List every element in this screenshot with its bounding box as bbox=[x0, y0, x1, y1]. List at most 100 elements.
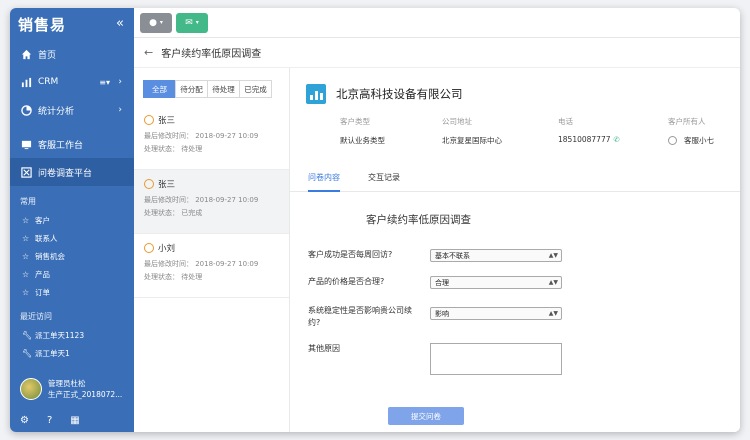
owner-name[interactable]: 客服小七 bbox=[684, 135, 714, 146]
tab-survey-content[interactable]: 问卷内容 bbox=[308, 172, 340, 183]
nav-service-desk-label: 客服工作台 bbox=[38, 140, 84, 151]
phone-number[interactable]: 18510087777 bbox=[558, 135, 611, 144]
filter-completed[interactable]: 已完成 bbox=[239, 80, 272, 98]
star-icon: ☆ bbox=[22, 287, 30, 297]
answer-select[interactable]: 基本不联系 ▲▼ bbox=[430, 249, 562, 262]
answer-select[interactable]: 合理 ▲▼ bbox=[430, 276, 562, 289]
star-icon: ☆ bbox=[22, 251, 30, 261]
sidebar: 销售易 « 首页 CRM ≡▾ › 统计分析 › 客服工作台 问卷调查平台 常用… bbox=[10, 8, 134, 432]
nav-crm-label: CRM bbox=[38, 77, 59, 87]
filter-all[interactable]: 全部 bbox=[143, 80, 176, 98]
info-value: 默认业务类型 bbox=[340, 136, 385, 145]
respondent-name: 张三 bbox=[158, 116, 176, 126]
star-icon: ☆ bbox=[22, 269, 30, 279]
recent-item[interactable]: 🔧︎ 派工单天1 bbox=[10, 344, 134, 362]
wrench-icon: 🔧︎ bbox=[22, 330, 33, 340]
nav-statistics[interactable]: 统计分析 › bbox=[10, 96, 134, 124]
respondent-name: 张三 bbox=[158, 180, 176, 190]
owner-avatar-icon bbox=[668, 136, 677, 145]
active-tab-indicator bbox=[308, 190, 340, 192]
page-title: 客户续约率低原因调查 bbox=[161, 49, 262, 60]
detail-tabs: 问卷内容 交互记录 bbox=[290, 164, 740, 192]
building-icon bbox=[306, 84, 326, 104]
user-name: 管理员杜松 bbox=[48, 379, 86, 388]
other-reason-textarea[interactable] bbox=[430, 343, 562, 375]
modified-time: 最后修改时间： 2018-09-27 10:09 bbox=[144, 132, 259, 140]
common-item-label: 客户 bbox=[35, 215, 50, 225]
question-label: 系统稳定性是否影响贵公司续约? bbox=[308, 306, 412, 327]
recent-item-label: 派工单天1 bbox=[35, 348, 70, 358]
nav-survey-platform[interactable]: 问卷调查平台 bbox=[10, 158, 134, 186]
info-customer-type: 客户类型 默认业务类型 bbox=[340, 116, 385, 146]
common-item-products[interactable]: ☆ 产品 bbox=[10, 265, 134, 283]
question-label: 产品的价格是否合理? bbox=[308, 277, 385, 286]
survey-icon bbox=[20, 166, 32, 178]
common-item-orders[interactable]: ☆ 订单 bbox=[10, 283, 134, 301]
mail-button[interactable]: ✉ ▾ bbox=[176, 12, 208, 33]
select-caret-icon: ▲▼ bbox=[548, 310, 558, 317]
submit-survey-button[interactable]: 提交问卷 bbox=[388, 407, 464, 425]
avatar bbox=[20, 378, 42, 400]
company-name: 北京高科技设备有限公司 bbox=[336, 87, 463, 101]
nav-service-desk[interactable]: 客服工作台 bbox=[10, 130, 134, 158]
chevron-right-icon: › bbox=[118, 105, 122, 115]
chat-button[interactable]: ● ▾ bbox=[140, 12, 172, 33]
list-item[interactable]: 张三 最后修改时间： 2018-09-27 10:09 处理状态： 待处理 bbox=[134, 106, 289, 170]
nav-survey-platform-label: 问卷调查平台 bbox=[38, 168, 93, 179]
question-label: 其他原因 bbox=[308, 344, 340, 353]
info-key: 电话 bbox=[558, 117, 573, 126]
nav-home[interactable]: 首页 bbox=[10, 40, 134, 68]
phone-icon[interactable]: ✆ bbox=[614, 135, 620, 144]
page-header: ← 客户续约率低原因调查 bbox=[134, 38, 740, 68]
chevron-right-icon: › bbox=[118, 77, 122, 87]
user-icon bbox=[144, 115, 154, 125]
gear-icon[interactable]: ⚙ bbox=[20, 415, 29, 426]
star-icon: ☆ bbox=[22, 233, 30, 243]
help-icon[interactable]: ? bbox=[47, 415, 52, 426]
chat-bubble-icon: ● bbox=[149, 17, 157, 28]
tab-interaction-log[interactable]: 交互记录 bbox=[368, 172, 400, 183]
list-item[interactable]: 小刘 最后修改时间： 2018-09-27 10:09 处理状态： 待处理 bbox=[134, 234, 289, 298]
response-list-panel: 全部 待分配 待处理 已完成 张三 最后修改时间： 2018-09-27 10:… bbox=[134, 68, 290, 432]
user-org: 生产正式_2018072... bbox=[48, 390, 123, 399]
common-item-opportunities[interactable]: ☆ 销售机会 bbox=[10, 247, 134, 265]
filter-unassigned[interactable]: 待分配 bbox=[175, 80, 208, 98]
star-icon: ☆ bbox=[22, 215, 30, 225]
chevron-down-icon: ▾ bbox=[195, 19, 199, 26]
list-item[interactable]: 张三 最后修改时间： 2018-09-27 10:09 处理状态： 已完成 bbox=[134, 170, 289, 234]
collapse-sidebar-icon[interactable]: « bbox=[116, 16, 124, 31]
status-filter-group: 全部 待分配 待处理 已完成 bbox=[143, 80, 289, 98]
respondent-name: 小刘 bbox=[158, 244, 176, 254]
nav-crm[interactable]: CRM ≡▾ › bbox=[10, 68, 134, 96]
process-status: 处理状态： 待处理 bbox=[144, 145, 203, 153]
recent-item[interactable]: 🔧︎ 派工单天1123 bbox=[10, 326, 134, 344]
nav-home-label: 首页 bbox=[38, 50, 57, 61]
mail-icon: ✉ bbox=[185, 17, 193, 28]
info-key: 客户类型 bbox=[340, 117, 370, 126]
grid-icon[interactable]: ▦ bbox=[70, 415, 79, 426]
process-status: 处理状态： 已完成 bbox=[144, 209, 203, 217]
filter-pending[interactable]: 待处理 bbox=[207, 80, 240, 98]
back-arrow-icon[interactable]: ← bbox=[144, 46, 153, 59]
common-section-title: 常用 bbox=[20, 197, 36, 206]
modified-time: 最后修改时间： 2018-09-27 10:09 bbox=[144, 260, 259, 268]
nav-statistics-label: 统计分析 bbox=[38, 106, 75, 117]
info-value-row: 客服小七 bbox=[668, 135, 714, 146]
select-value: 合理 bbox=[435, 278, 449, 287]
user-profile[interactable]: 管理员杜松 生产正式_2018072... bbox=[10, 372, 134, 406]
recent-item-label: 派工单天1123 bbox=[35, 330, 85, 340]
common-item-label: 销售机会 bbox=[35, 251, 65, 261]
answer-select[interactable]: 影响 ▲▼ bbox=[430, 307, 562, 320]
list-settings-icon[interactable]: ≡▾ bbox=[99, 78, 110, 87]
common-item-label: 产品 bbox=[35, 269, 50, 279]
select-value: 基本不联系 bbox=[435, 251, 470, 260]
common-item-customers[interactable]: ☆ 客户 bbox=[10, 211, 134, 229]
question-label: 客户成功是否每周回访? bbox=[308, 250, 393, 259]
select-value: 影响 bbox=[435, 309, 449, 318]
top-toolbar: ● ▾ ✉ ▾ bbox=[134, 8, 740, 38]
survey-detail-panel: 北京高科技设备有限公司 客户类型 默认业务类型 公司地址 北京复星国际中心 电话… bbox=[290, 68, 740, 432]
bar-chart-icon bbox=[20, 76, 32, 88]
info-phone: 电话 18510087777 ✆ bbox=[558, 116, 620, 144]
info-value-row: 18510087777 ✆ bbox=[558, 135, 620, 144]
common-item-contacts[interactable]: ☆ 联系人 bbox=[10, 229, 134, 247]
